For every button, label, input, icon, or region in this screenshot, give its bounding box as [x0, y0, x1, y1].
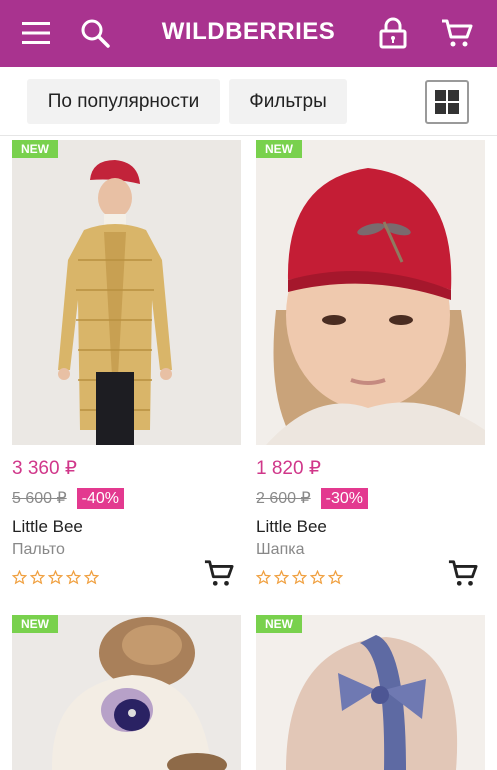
product-price: 1 820 ₽ [256, 458, 321, 479]
star-icon [12, 570, 27, 585]
search-icon[interactable] [76, 14, 114, 52]
new-badge: NEW [12, 615, 58, 633]
catalog-toolbar: По популярности Фильтры [0, 67, 497, 136]
discount-badge: -30% [320, 487, 369, 509]
rating-stars [256, 570, 343, 585]
add-to-cart-icon[interactable] [447, 558, 479, 588]
new-badge: NEW [256, 615, 302, 633]
add-to-cart-icon[interactable] [203, 558, 235, 588]
menu-icon[interactable] [17, 14, 55, 52]
sort-button[interactable]: По популярности [27, 79, 220, 124]
product-brand: Little Bee [256, 517, 327, 536]
product-price: 3 360 ₽ [12, 458, 77, 479]
product-card[interactable]: NEW 3 360 ₽ 5 600 ₽ -40% Little Bee Паль… [12, 140, 241, 586]
product-card[interactable]: NEW [12, 615, 241, 770]
product-type: Пальто [12, 541, 65, 558]
product-brand: Little Bee [12, 517, 83, 536]
star-icon [30, 570, 45, 585]
star-icon [48, 570, 63, 585]
star-icon [274, 570, 289, 585]
old-price-row: 5 600 ₽ -40% [12, 487, 125, 509]
app-header: WILDBERRIES [0, 0, 497, 67]
star-icon [84, 570, 99, 585]
product-card[interactable]: NEW 1 820 ₽ 2 600 ₽ -30% Little Bee Шапк… [256, 140, 485, 586]
star-icon [328, 570, 343, 585]
rating-stars [12, 570, 99, 585]
old-price: 5 600 ₽ [12, 490, 67, 507]
star-icon [256, 570, 271, 585]
star-icon [310, 570, 325, 585]
product-photo[interactable]: NEW [12, 140, 241, 445]
grid-view-icon [435, 90, 459, 114]
product-photo[interactable]: NEW [256, 140, 485, 445]
product-type: Шапка [256, 541, 305, 558]
new-badge: NEW [256, 140, 302, 158]
app-logo[interactable]: WILDBERRIES [0, 18, 497, 46]
grid-view-toggle[interactable] [425, 80, 469, 124]
discount-badge: -40% [76, 487, 125, 509]
product-photo[interactable]: NEW [12, 615, 241, 770]
lock-icon[interactable] [374, 14, 412, 52]
old-price: 2 600 ₽ [256, 490, 311, 507]
cart-icon[interactable] [438, 14, 476, 52]
star-icon [292, 570, 307, 585]
product-card[interactable]: NEW [256, 615, 485, 770]
product-photo[interactable]: NEW [256, 615, 485, 770]
new-badge: NEW [12, 140, 58, 158]
old-price-row: 2 600 ₽ -30% [256, 487, 369, 509]
filters-button[interactable]: Фильтры [229, 79, 347, 124]
star-icon [66, 570, 81, 585]
